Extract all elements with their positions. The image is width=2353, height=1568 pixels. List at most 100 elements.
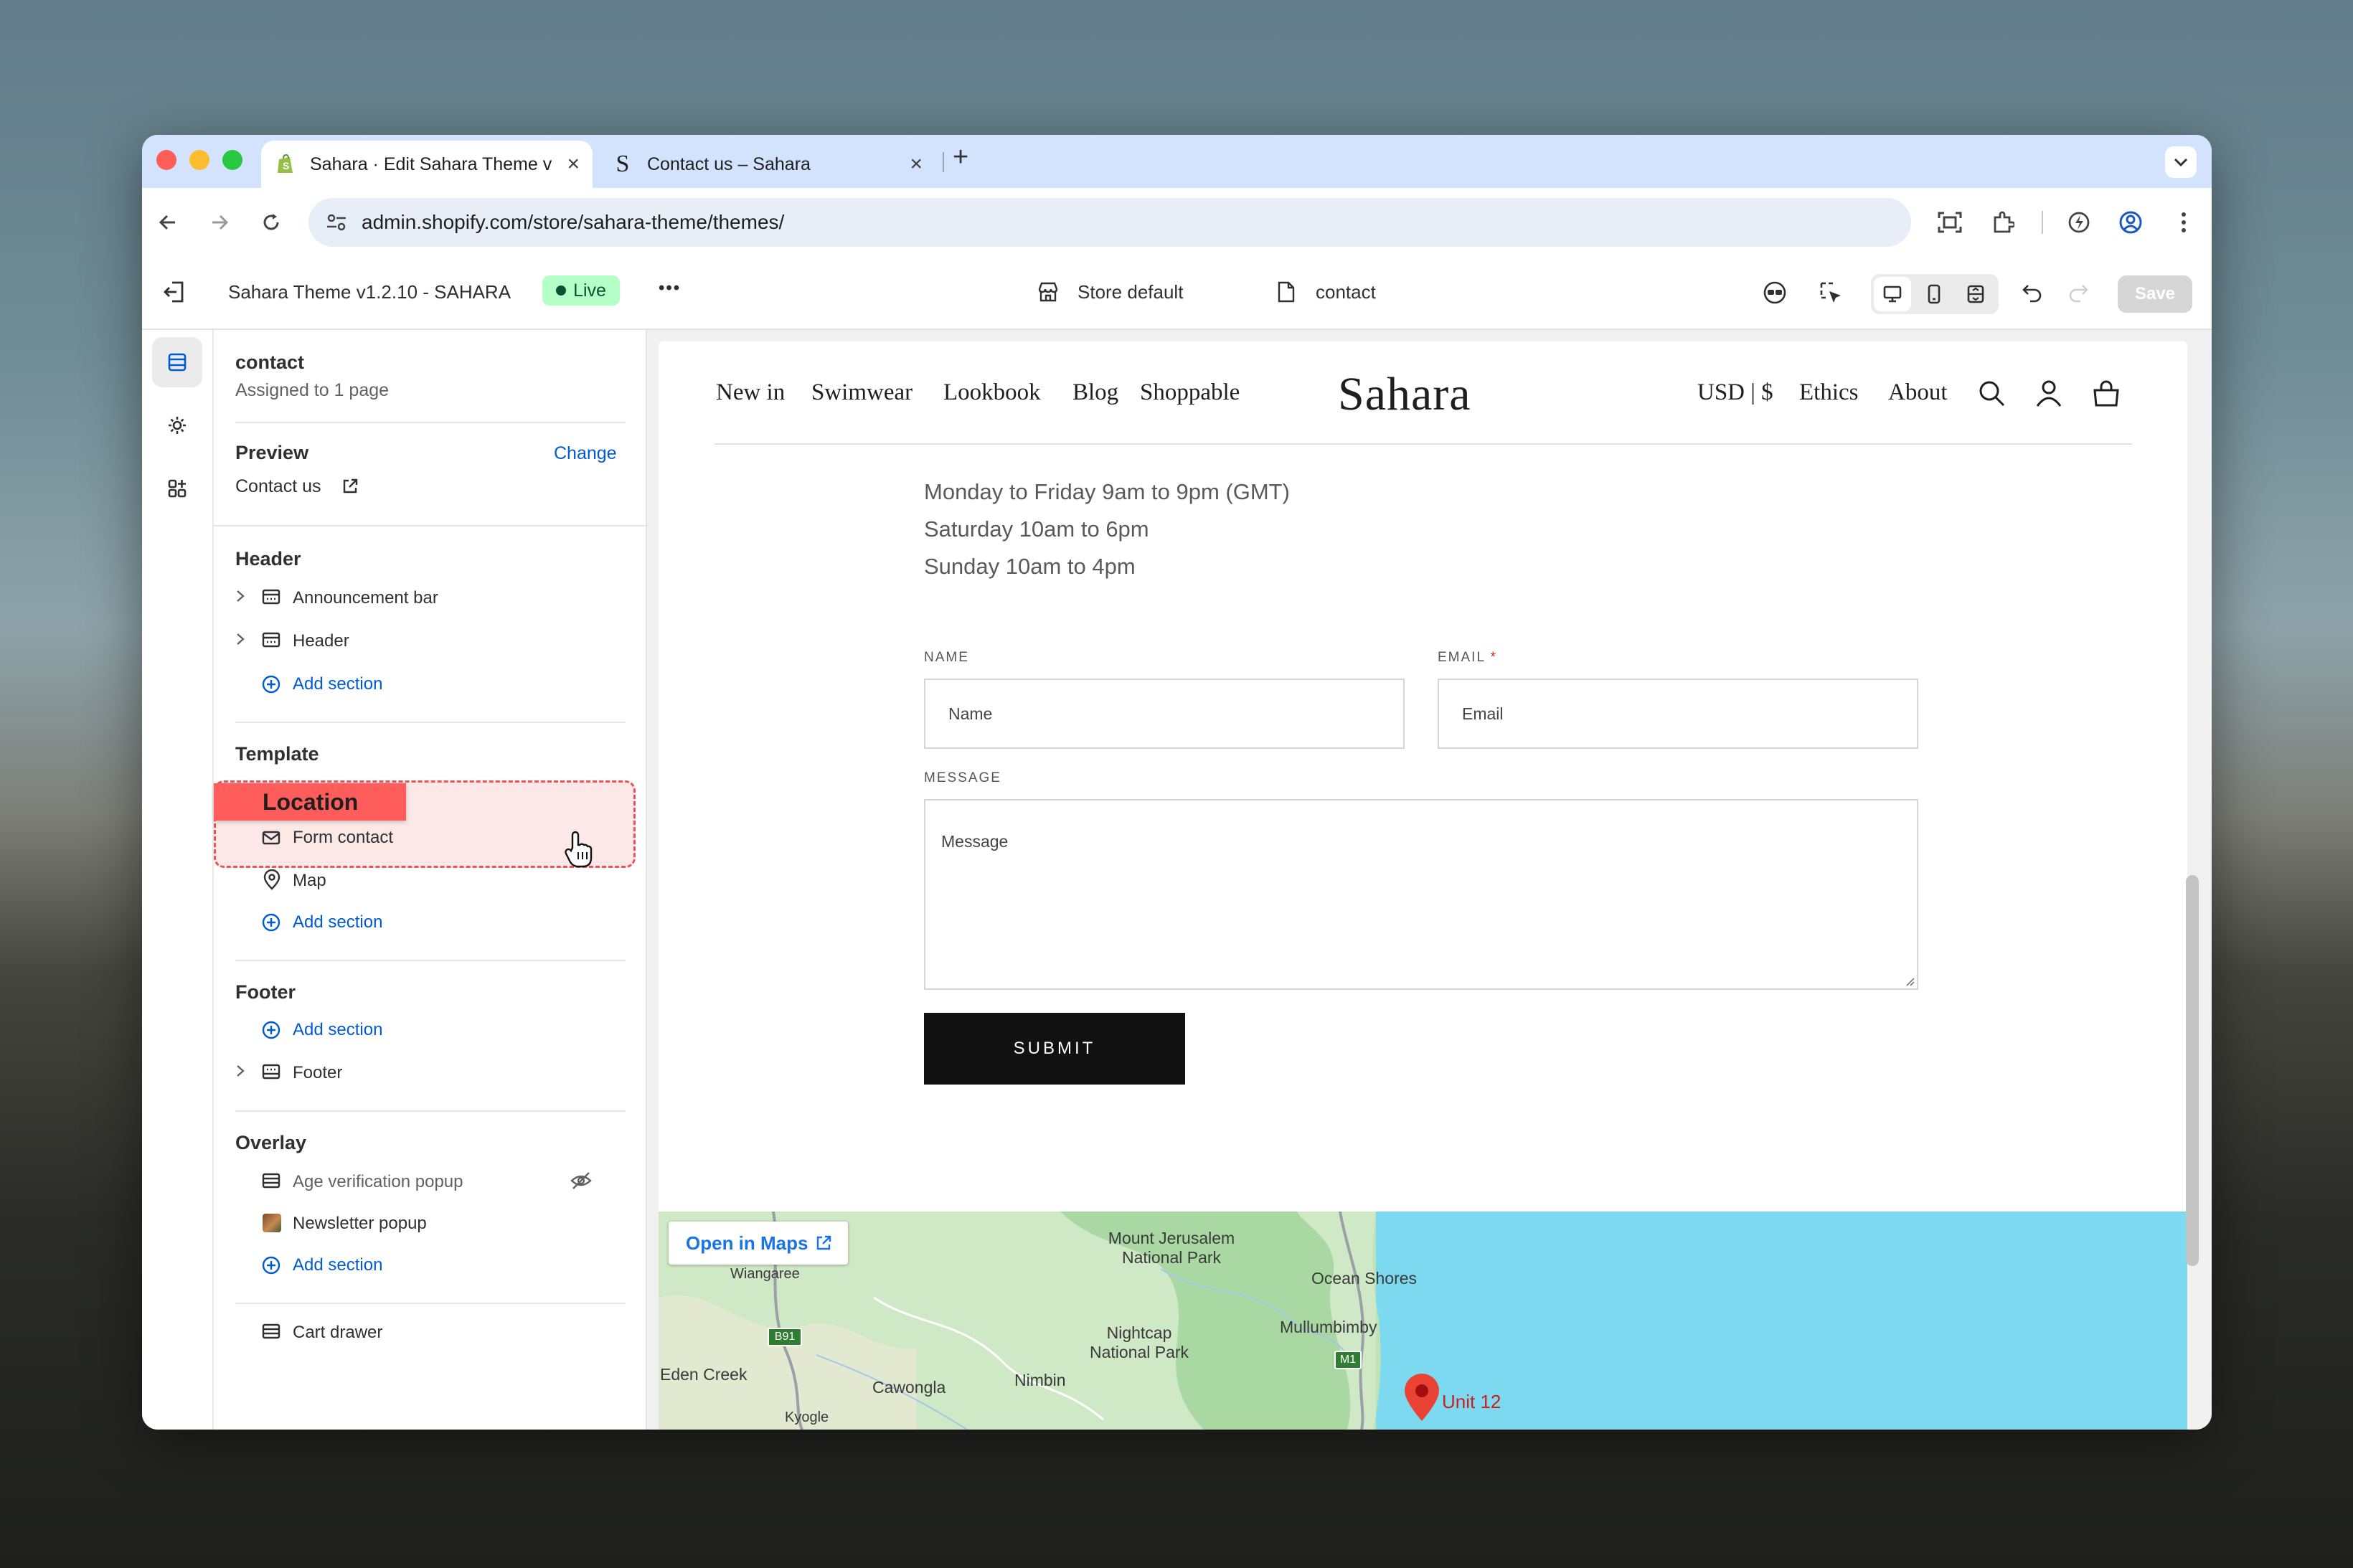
newsletter-thumbnail-icon	[263, 1214, 281, 1232]
assigned-text: Assigned to 1 page	[235, 380, 390, 400]
viewport-toggle-group	[1871, 274, 1999, 314]
nav-about[interactable]: About	[1888, 379, 1948, 406]
submit-button[interactable]: SUBMIT	[924, 1013, 1185, 1085]
store-selector[interactable]: Store default	[1078, 281, 1183, 303]
apps-icon[interactable]	[152, 463, 202, 514]
nav-swimwear[interactable]: Swimwear	[811, 379, 913, 406]
nav-lookbook[interactable]: Lookbook	[943, 379, 1041, 406]
add-circle-icon[interactable]	[261, 1020, 281, 1044]
close-window-button[interactable]	[156, 150, 176, 170]
new-tab-button[interactable]: +	[953, 142, 968, 173]
currency-selector[interactable]: USD | $	[1697, 379, 1773, 406]
hours-weekdays: Monday to Friday 9am to 9pm (GMT)	[924, 479, 1290, 504]
nav-ethics[interactable]: Ethics	[1799, 379, 1858, 406]
email-label-text: EMAIL	[1438, 650, 1486, 665]
page-icon	[1277, 280, 1296, 307]
nav-new-in[interactable]: New in	[716, 379, 785, 406]
section-layout-icon	[261, 1172, 281, 1193]
external-link-icon[interactable]	[341, 478, 359, 499]
add-circle-icon[interactable]	[261, 1255, 281, 1279]
preview-label: Preview	[235, 442, 309, 463]
more-actions-button[interactable]: •••	[659, 278, 681, 298]
cart-icon[interactable]	[2092, 379, 2121, 411]
change-preview-link[interactable]: Change	[554, 443, 617, 464]
preview-scrollbar[interactable]	[2186, 875, 2199, 1266]
redo-icon[interactable]	[2067, 283, 2089, 306]
sections-icon[interactable]	[152, 337, 202, 387]
nav-shoppable[interactable]: Shoppable	[1140, 379, 1240, 406]
tab-contact-us[interactable]: S Contact us – Sahara ×	[598, 141, 935, 188]
account-icon[interactable]	[2034, 379, 2063, 411]
add-section-header-button[interactable]: Add section	[293, 674, 382, 694]
reload-icon[interactable]	[257, 208, 286, 237]
section-newsletter-popup[interactable]: Newsletter popup	[293, 1214, 427, 1234]
tab-title: Contact us – Sahara	[647, 154, 811, 174]
chevron-right-icon[interactable]	[235, 590, 245, 606]
mobile-view-icon[interactable]	[1915, 277, 1953, 311]
inspector-icon[interactable]	[1819, 281, 1844, 309]
section-map[interactable]: Map	[293, 871, 326, 891]
dragged-section-label[interactable]: Location	[214, 783, 406, 821]
section-announcement-bar[interactable]: Announcement bar	[293, 588, 438, 608]
preview-page-link[interactable]: Contact us	[235, 476, 321, 497]
open-in-maps-button[interactable]: Open in Maps	[669, 1222, 848, 1265]
address-bar[interactable]: admin.shopify.com/store/sahara-theme/the…	[308, 198, 1911, 247]
map-marker-icon[interactable]	[1402, 1372, 1442, 1426]
maximize-window-button[interactable]	[222, 150, 242, 170]
search-icon[interactable]	[1977, 379, 2006, 411]
divider	[235, 722, 626, 723]
live-badge-label: Live	[573, 280, 606, 301]
close-tab-icon[interactable]: ×	[567, 152, 580, 176]
theme-settings-icon[interactable]	[152, 400, 202, 450]
add-circle-icon[interactable]	[261, 674, 281, 698]
desktop-view-icon[interactable]	[1874, 277, 1911, 311]
tab-edit-theme[interactable]: S Sahara · Edit Sahara Theme v ×	[261, 141, 593, 188]
store-logo[interactable]: Sahara	[1338, 367, 1471, 422]
map-label-cawongla: Cawongla	[872, 1378, 946, 1397]
fullscreen-view-icon[interactable]	[1957, 277, 1994, 311]
section-age-verification-popup[interactable]: Age verification popup	[293, 1172, 463, 1192]
performance-icon[interactable]	[2065, 208, 2093, 237]
add-section-template-button[interactable]: Add section	[293, 912, 382, 932]
save-button[interactable]: Save	[2118, 275, 2192, 313]
screenshot-icon[interactable]	[1935, 208, 1964, 237]
add-section-overlay-button[interactable]: Add section	[293, 1255, 382, 1275]
live-badge: Live	[542, 275, 620, 306]
add-section-footer-button[interactable]: Add section	[293, 1020, 382, 1040]
sahara-s-icon: S	[616, 151, 630, 177]
tab-search-button[interactable]	[2165, 146, 2197, 178]
template-selector[interactable]: contact	[1316, 281, 1376, 303]
name-field[interactable]: Name	[924, 679, 1405, 749]
ai-assistant-icon[interactable]	[1762, 280, 1788, 309]
section-layout-icon	[261, 1063, 281, 1084]
exit-icon[interactable]	[162, 280, 187, 308]
chevron-right-icon[interactable]	[235, 633, 245, 649]
section-footer[interactable]: Footer	[293, 1063, 342, 1083]
section-cart-drawer[interactable]: Cart drawer	[293, 1323, 382, 1343]
section-header[interactable]: Header	[293, 631, 349, 651]
clipped-heading	[924, 433, 1067, 443]
section-form-contact[interactable]: Form contact	[293, 828, 393, 848]
undo-icon[interactable]	[2022, 283, 2043, 306]
browser-menu-icon[interactable]	[2169, 208, 2198, 237]
chevron-right-icon[interactable]	[235, 1064, 245, 1081]
close-tab-icon[interactable]: ×	[910, 152, 923, 176]
theme-name: Sahara Theme v1.2.10 - SAHARA	[228, 281, 511, 303]
tab-title: Sahara · Edit Sahara Theme v	[310, 154, 552, 174]
profile-icon[interactable]	[2116, 208, 2145, 237]
add-circle-icon[interactable]	[261, 912, 281, 936]
email-field[interactable]: Email	[1438, 679, 1918, 749]
map-label-wiangaree: Wiangaree	[730, 1266, 800, 1282]
message-textarea[interactable]: Message	[924, 799, 1918, 990]
road-shield-b91: B91	[768, 1328, 802, 1346]
eye-off-icon[interactable]	[570, 1171, 593, 1194]
extensions-icon[interactable]	[1989, 208, 2017, 237]
nav-blog[interactable]: Blog	[1072, 379, 1118, 406]
minimize-window-button[interactable]	[189, 150, 209, 170]
resize-handle-icon[interactable]	[1904, 976, 1915, 991]
tab-bar: S Sahara · Edit Sahara Theme v × S Conta…	[142, 135, 2212, 188]
forward-icon[interactable]	[205, 208, 234, 237]
header-group-title: Header	[235, 548, 301, 570]
back-icon[interactable]	[154, 208, 182, 237]
map-section[interactable]: Open in Maps Mount Jerusalem National Pa…	[659, 1212, 2187, 1430]
